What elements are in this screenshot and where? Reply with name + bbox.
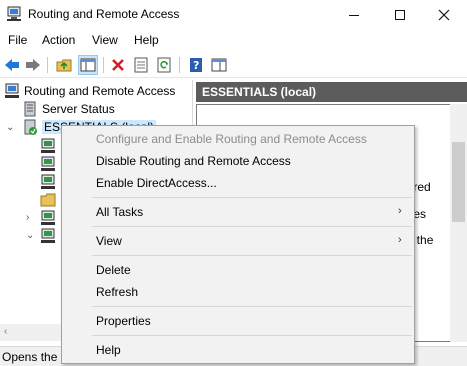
tree-item-label: Server Status bbox=[42, 102, 115, 116]
svg-text:?: ? bbox=[193, 59, 199, 72]
title-bar: Routing and Remote Access bbox=[0, 0, 467, 30]
routing-root-icon bbox=[5, 83, 19, 98]
menu-separator bbox=[92, 255, 412, 256]
details-header: ESSENTIALS (local) bbox=[196, 82, 467, 102]
close-icon bbox=[438, 9, 450, 21]
menu-separator bbox=[92, 197, 412, 198]
menu-bar: File Action View Help bbox=[0, 30, 467, 50]
menu-item-refresh[interactable]: Refresh bbox=[96, 285, 138, 303]
menu-separator bbox=[92, 306, 412, 307]
collapse-chevron-icon[interactable]: ⌄ bbox=[6, 122, 14, 133]
minimize-button[interactable] bbox=[331, 0, 377, 30]
properties-button[interactable] bbox=[131, 55, 151, 75]
refresh-icon bbox=[157, 57, 171, 73]
delete-icon bbox=[112, 59, 124, 71]
maximize-icon bbox=[395, 10, 405, 20]
server-status-icon bbox=[24, 101, 36, 117]
menu-item-help[interactable]: Help bbox=[96, 343, 121, 361]
server-icon bbox=[24, 119, 37, 135]
delete-button[interactable] bbox=[108, 55, 128, 75]
network-interface-icon[interactable] bbox=[40, 174, 56, 190]
back-button[interactable] bbox=[2, 55, 22, 75]
menu-view[interactable]: View bbox=[92, 33, 118, 47]
submenu-arrow-icon: › bbox=[398, 234, 402, 246]
menu-item-enable-directaccess[interactable]: Enable DirectAccess... bbox=[96, 176, 217, 194]
menu-item-configure-enable[interactable]: Configure and Enable Routing and Remote … bbox=[96, 132, 367, 150]
menu-help[interactable]: Help bbox=[134, 33, 159, 47]
refresh-button[interactable] bbox=[154, 55, 174, 75]
menu-separator bbox=[92, 335, 412, 336]
menu-item-view[interactable]: View bbox=[96, 234, 122, 252]
menu-item-properties[interactable]: Properties bbox=[96, 314, 151, 332]
network-interface-icon[interactable] bbox=[40, 228, 56, 244]
console-button[interactable] bbox=[209, 55, 229, 75]
back-icon bbox=[5, 59, 19, 71]
menu-file[interactable]: File bbox=[8, 33, 27, 47]
folder-icon[interactable] bbox=[40, 192, 56, 208]
collapse-chevron-icon[interactable]: ⌄ bbox=[26, 230, 34, 241]
scroll-left-icon[interactable]: ‹ bbox=[4, 326, 7, 337]
scrollbar-thumb[interactable] bbox=[452, 142, 465, 222]
help-button[interactable]: ? bbox=[186, 55, 206, 75]
menu-item-disable-routing[interactable]: Disable Routing and Remote Access bbox=[96, 154, 291, 172]
details-vertical-scrollbar[interactable] bbox=[450, 104, 467, 342]
toolbar: ? bbox=[0, 52, 467, 78]
toolbar-separator bbox=[103, 57, 104, 73]
forward-button[interactable] bbox=[23, 55, 43, 75]
submenu-arrow-icon: › bbox=[398, 205, 402, 217]
toolbar-separator bbox=[47, 57, 48, 73]
menu-item-all-tasks[interactable]: All Tasks bbox=[96, 205, 143, 223]
toolbar-separator bbox=[179, 57, 180, 73]
menu-item-delete[interactable]: Delete bbox=[96, 263, 131, 281]
close-button[interactable] bbox=[421, 0, 467, 30]
context-menu: Configure and Enable Routing and Remote … bbox=[61, 125, 415, 364]
network-interface-icon[interactable] bbox=[40, 210, 56, 226]
up-folder-icon bbox=[56, 59, 72, 72]
minimize-icon bbox=[349, 14, 359, 16]
help-icon: ? bbox=[190, 58, 202, 72]
tree-item-server-status[interactable]: Server Status bbox=[22, 100, 115, 118]
show-hide-tree-icon bbox=[80, 58, 96, 72]
maximize-button[interactable] bbox=[377, 0, 423, 30]
routing-app-icon bbox=[7, 6, 21, 21]
menu-action[interactable]: Action bbox=[42, 33, 75, 47]
tree-root[interactable]: Routing and Remote Access bbox=[4, 82, 175, 100]
network-interface-icon[interactable] bbox=[40, 156, 56, 172]
up-folder-button[interactable] bbox=[54, 55, 74, 75]
network-interface-icon[interactable] bbox=[40, 138, 56, 154]
forward-icon bbox=[26, 59, 40, 71]
properties-icon bbox=[134, 57, 148, 73]
expand-chevron-icon[interactable]: › bbox=[26, 212, 29, 223]
menu-separator bbox=[92, 226, 412, 227]
tree-root-label: Routing and Remote Access bbox=[24, 84, 176, 98]
show-hide-tree-button[interactable] bbox=[78, 55, 98, 75]
console-icon bbox=[211, 58, 227, 72]
window-title: Routing and Remote Access bbox=[28, 7, 180, 21]
